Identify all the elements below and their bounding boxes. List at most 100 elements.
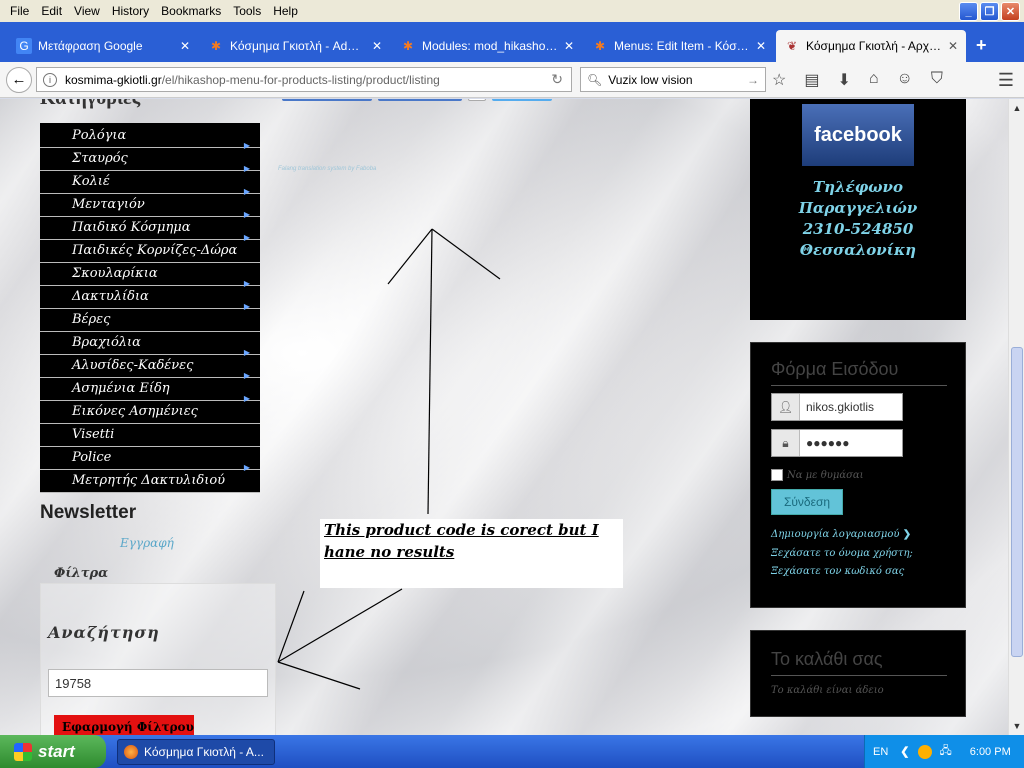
start-label: start [38, 741, 75, 761]
taskbar-firefox-item[interactable]: Κόσμημα Γκιοτλή - Α... [117, 739, 275, 765]
category-label: Δακτυλίδια [72, 289, 149, 304]
forgot-username-link[interactable]: Ξεχάσατε το όνομα χρήστη; [771, 548, 913, 559]
home-icon[interactable]: ⌂ [869, 70, 879, 90]
tab-label: Κόσμημα Γκιοτλή - Αρχική [806, 39, 942, 53]
filters-heading: Φίλτρα [54, 566, 109, 581]
user-icon: 👤︎ [772, 394, 800, 420]
tray-app-icon[interactable] [917, 744, 932, 759]
categories-heading: Κατηγορίες [40, 99, 140, 110]
username-field[interactable]: 👤︎ nikos.gkiotlis [771, 393, 903, 421]
search-go-icon[interactable]: → [747, 73, 759, 87]
search-bar[interactable]: 🔍︎ Vuzix low vision → [580, 67, 766, 92]
new-tab-button[interactable]: + [976, 35, 987, 56]
scroll-thumb[interactable] [1011, 347, 1023, 657]
restore-button[interactable]: ❐ [980, 2, 999, 21]
contact-box: facebook Τηλέφωνο Παραγγελιών 2310-52485… [750, 99, 966, 320]
social-button[interactable] [282, 99, 372, 101]
tab-home[interactable]: ❦ Κόσμημα Γκιοτλή - Αρχική ✕ [776, 30, 966, 62]
apply-filter-button[interactable]: Εφαρμογή Φίλτρου [54, 715, 194, 735]
system-tray: EN ❮ 🖧︎ 6:00 PM [864, 735, 1024, 768]
close-tab-icon[interactable]: ✕ [372, 39, 382, 53]
category-item[interactable]: Police ▶ [40, 447, 260, 472]
social-button[interactable] [492, 99, 552, 101]
menu-file[interactable]: File [4, 4, 35, 18]
taskbar: start Κόσμημα Γκιοτλή - Α... EN ❮ 🖧︎ 6:0… [0, 735, 1024, 768]
category-item[interactable]: Κολιέ ▶ [40, 171, 260, 196]
category-item[interactable]: Ασημένια Είδη ▶ [40, 378, 260, 403]
category-item[interactable]: Μετρητής Δακτυλιδιού [40, 470, 260, 493]
category-label: Police [72, 450, 112, 465]
menu-view[interactable]: View [68, 4, 106, 18]
scroll-down-icon[interactable]: ▼ [1010, 719, 1024, 733]
window-controls: _ ❐ ✕ [959, 2, 1020, 21]
category-item[interactable]: Μενταγιόν ▶ [40, 194, 260, 219]
hamburger-menu-icon[interactable]: ☰ [998, 70, 1014, 91]
facebook-badge[interactable]: facebook [802, 104, 914, 166]
bookmark-star-icon[interactable]: ☆ [772, 70, 786, 90]
close-tab-icon[interactable]: ✕ [564, 39, 574, 53]
tab-administration[interactable]: ✱ Κόσμημα Γκιοτλή - Administration ✕ [200, 30, 390, 62]
scroll-up-icon[interactable]: ▲ [1010, 101, 1024, 115]
remember-label: Να με θυμάσαι [787, 469, 864, 481]
login-box: Φόρμα Εισόδου 👤︎ nikos.gkiotlis 🔒︎ ●●●●●… [750, 342, 966, 608]
minimize-button[interactable]: _ [959, 2, 978, 21]
menu-edit[interactable]: Edit [35, 4, 68, 18]
category-label: Σκουλαρίκια [72, 266, 158, 281]
pocket-icon[interactable]: ⛉ [931, 70, 943, 90]
create-account-label: Δημιουργία λογαριασμού [771, 529, 900, 540]
category-item[interactable]: Σκουλαρίκια ▶ [40, 263, 260, 288]
category-item[interactable]: Παιδικό Κόσμημα ▶ [40, 217, 260, 242]
category-item[interactable]: Βέρες [40, 309, 260, 332]
category-item[interactable]: Δακτυλίδια ▶ [40, 286, 260, 311]
category-item[interactable]: Ρολόγια ▶ [40, 125, 260, 150]
password-field[interactable]: 🔒︎ ●●●●●● [771, 429, 903, 457]
category-item[interactable]: Βραχιόλια ▶ [40, 332, 260, 357]
back-button[interactable]: ← [6, 66, 32, 93]
category-label: Ασημένια Είδη [72, 381, 170, 396]
category-item[interactable]: Visetti [40, 424, 260, 447]
site-favicon: ❦ [786, 39, 798, 53]
network-icon[interactable]: 🖧︎ [940, 742, 952, 761]
remember-me[interactable]: Να με θυμάσαι [771, 469, 864, 481]
remember-checkbox[interactable] [771, 469, 783, 481]
phone-city: Θεσσαλονίκη [799, 241, 917, 259]
phone-number: 2310-524850 [802, 220, 914, 238]
subscribe-link[interactable]: Εγγραφή [120, 536, 174, 550]
download-icon[interactable]: ⬇ [837, 70, 850, 90]
category-item[interactable]: Σταυρός ▶ [40, 148, 260, 173]
search-filter-input[interactable] [48, 669, 268, 697]
tray-expand-icon[interactable]: ❮ [900, 745, 909, 758]
reload-icon[interactable]: ↻ [551, 71, 563, 88]
tab-google-translate[interactable]: G Μετάφραση Google ✕ [8, 30, 198, 62]
menu-tools[interactable]: Tools [227, 4, 267, 18]
start-button[interactable]: start [0, 735, 106, 768]
menu-history[interactable]: History [106, 4, 155, 18]
smiley-icon[interactable]: ☺ [897, 70, 913, 90]
close-tab-icon[interactable]: ✕ [948, 39, 958, 53]
language-indicator[interactable]: EN [873, 746, 888, 758]
category-label: Ρολόγια [72, 128, 127, 143]
page-scrollbar[interactable]: ▲ ▼ [1008, 99, 1024, 735]
clock: 6:00 PM [969, 745, 1011, 758]
category-item[interactable]: Εικόνες Ασημένιες [40, 401, 260, 424]
info-icon[interactable]: i [43, 72, 57, 87]
menu-bookmarks[interactable]: Bookmarks [155, 4, 227, 18]
tab-menus-edit[interactable]: ✱ Menus: Edit Item - Κόσμημα... ✕ [584, 30, 774, 62]
social-button[interactable] [468, 99, 486, 101]
social-button[interactable] [378, 99, 462, 101]
reading-list-icon[interactable]: ▤ [804, 70, 819, 90]
menu-help[interactable]: Help [267, 4, 304, 18]
tab-modules[interactable]: ✱ Modules: mod_hikashop_f... ✕ [392, 30, 582, 62]
close-tab-icon[interactable]: ✕ [756, 39, 766, 53]
url-bar[interactable]: i kosmima-gkiotli.gr/el/hikashop-menu-fo… [36, 67, 572, 92]
cart-box: Το καλάθι σας Το καλάθι είναι άδειο [750, 630, 966, 717]
close-window-button[interactable]: ✕ [1001, 2, 1020, 21]
close-tab-icon[interactable]: ✕ [180, 39, 190, 53]
login-button[interactable]: Σύνδεση [771, 489, 843, 515]
joomla-icon: ✱ [402, 39, 414, 53]
create-account-link[interactable]: Δημιουργία λογαριασμού ❯ [771, 529, 911, 540]
divider [771, 675, 947, 676]
category-item[interactable]: Παιδικές Κορνίζες-Δώρα [40, 240, 260, 263]
category-item[interactable]: Αλυσίδες-Καδένες ▶ [40, 355, 260, 380]
forgot-password-link[interactable]: Ξεχάσατε τον κωδικό σας [771, 566, 904, 577]
